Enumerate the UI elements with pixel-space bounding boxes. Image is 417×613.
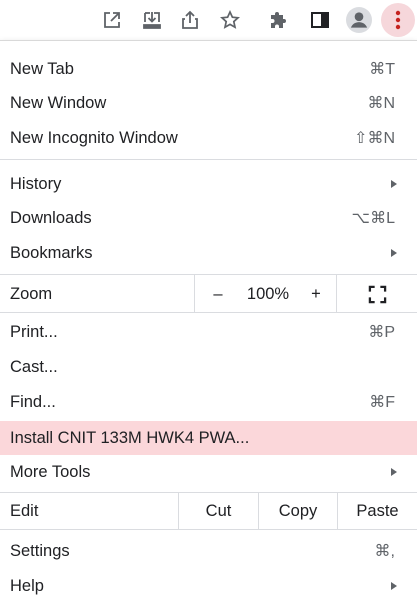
chrome-menu: New Tab ⌘T New Window ⌘N New Incognito W… <box>0 40 417 613</box>
menu-item-new-window[interactable]: New Window ⌘N <box>0 86 417 120</box>
side-panel-icon[interactable] <box>305 5 335 35</box>
menu-item-cast[interactable]: Cast... <box>0 350 417 384</box>
menu-item-label: Settings <box>10 541 70 560</box>
menu-item-label: Edit <box>10 501 39 520</box>
star-bookmark-icon[interactable] <box>215 5 245 35</box>
menu-item-new-tab[interactable]: New Tab ⌘T <box>0 52 417 86</box>
more-vert-icon[interactable] <box>381 3 415 37</box>
submenu-arrow-icon <box>391 582 397 590</box>
divider <box>194 275 195 312</box>
zoom-in-button[interactable]: + <box>298 276 334 312</box>
menu-item-print[interactable]: Print... ⌘P <box>0 315 417 349</box>
cut-button[interactable]: Cut <box>179 493 258 529</box>
copy-button[interactable]: Copy <box>259 493 337 529</box>
profile-icon[interactable] <box>344 5 374 35</box>
menu-item-label: Install CNIT 133M HWK4 PWA... <box>10 428 250 447</box>
shortcut-label: ⌘, <box>374 543 395 560</box>
menu-item-help[interactable]: Help <box>0 569 417 603</box>
menu-item-more-tools[interactable]: More Tools <box>0 455 417 489</box>
menu-item-label: Downloads <box>10 208 92 227</box>
shortcut-label: ⌘P <box>368 324 395 341</box>
menu-item-label: Zoom <box>10 284 53 303</box>
zoom-out-button[interactable]: – <box>200 276 236 312</box>
menu-item-label: Print... <box>10 322 58 341</box>
menu-item-label: New Window <box>10 93 107 112</box>
shortcut-label: ⌘N <box>367 95 395 112</box>
menu-item-label: Cast... <box>10 357 58 376</box>
menu-item-downloads[interactable]: Downloads ⌥⌘L <box>0 201 417 235</box>
divider <box>0 312 417 313</box>
submenu-arrow-icon <box>391 249 397 257</box>
menu-item-find[interactable]: Find... ⌘F <box>0 385 417 419</box>
menu-item-install-pwa[interactable]: Install CNIT 133M HWK4 PWA... <box>0 421 417 455</box>
browser-toolbar <box>0 0 417 40</box>
menu-item-label: History <box>10 174 62 193</box>
install-app-icon[interactable] <box>137 5 167 35</box>
shortcut-label: ⌘T <box>369 61 395 78</box>
menu-item-history[interactable]: History <box>0 167 417 201</box>
menu-item-label: Bookmarks <box>10 243 93 262</box>
submenu-arrow-icon <box>391 180 397 188</box>
shortcut-label: ⌘F <box>369 394 395 411</box>
menu-item-label: New Tab <box>10 59 74 78</box>
divider <box>0 274 417 275</box>
menu-item-label: Find... <box>10 392 56 411</box>
menu-item-bookmarks[interactable]: Bookmarks <box>0 236 417 270</box>
divider <box>0 529 417 530</box>
menu-item-new-incognito-window[interactable]: New Incognito Window ⇧⌘N <box>0 121 417 155</box>
shortcut-label: ⇧⌘N <box>354 130 395 147</box>
shortcut-label: ⌥⌘L <box>351 210 395 227</box>
divider <box>0 159 417 160</box>
zoom-level: 100% <box>246 284 290 303</box>
open-in-new-icon[interactable] <box>97 5 127 35</box>
share-icon[interactable] <box>175 5 205 35</box>
menu-item-label: More Tools <box>10 462 91 481</box>
extensions-icon[interactable] <box>264 5 294 35</box>
fullscreen-icon[interactable] <box>337 276 417 312</box>
paste-button[interactable]: Paste <box>338 493 417 529</box>
submenu-arrow-icon <box>391 468 397 476</box>
menu-item-label: Help <box>10 576 44 595</box>
menu-item-label: New Incognito Window <box>10 128 178 147</box>
menu-item-settings[interactable]: Settings ⌘, <box>0 534 417 568</box>
